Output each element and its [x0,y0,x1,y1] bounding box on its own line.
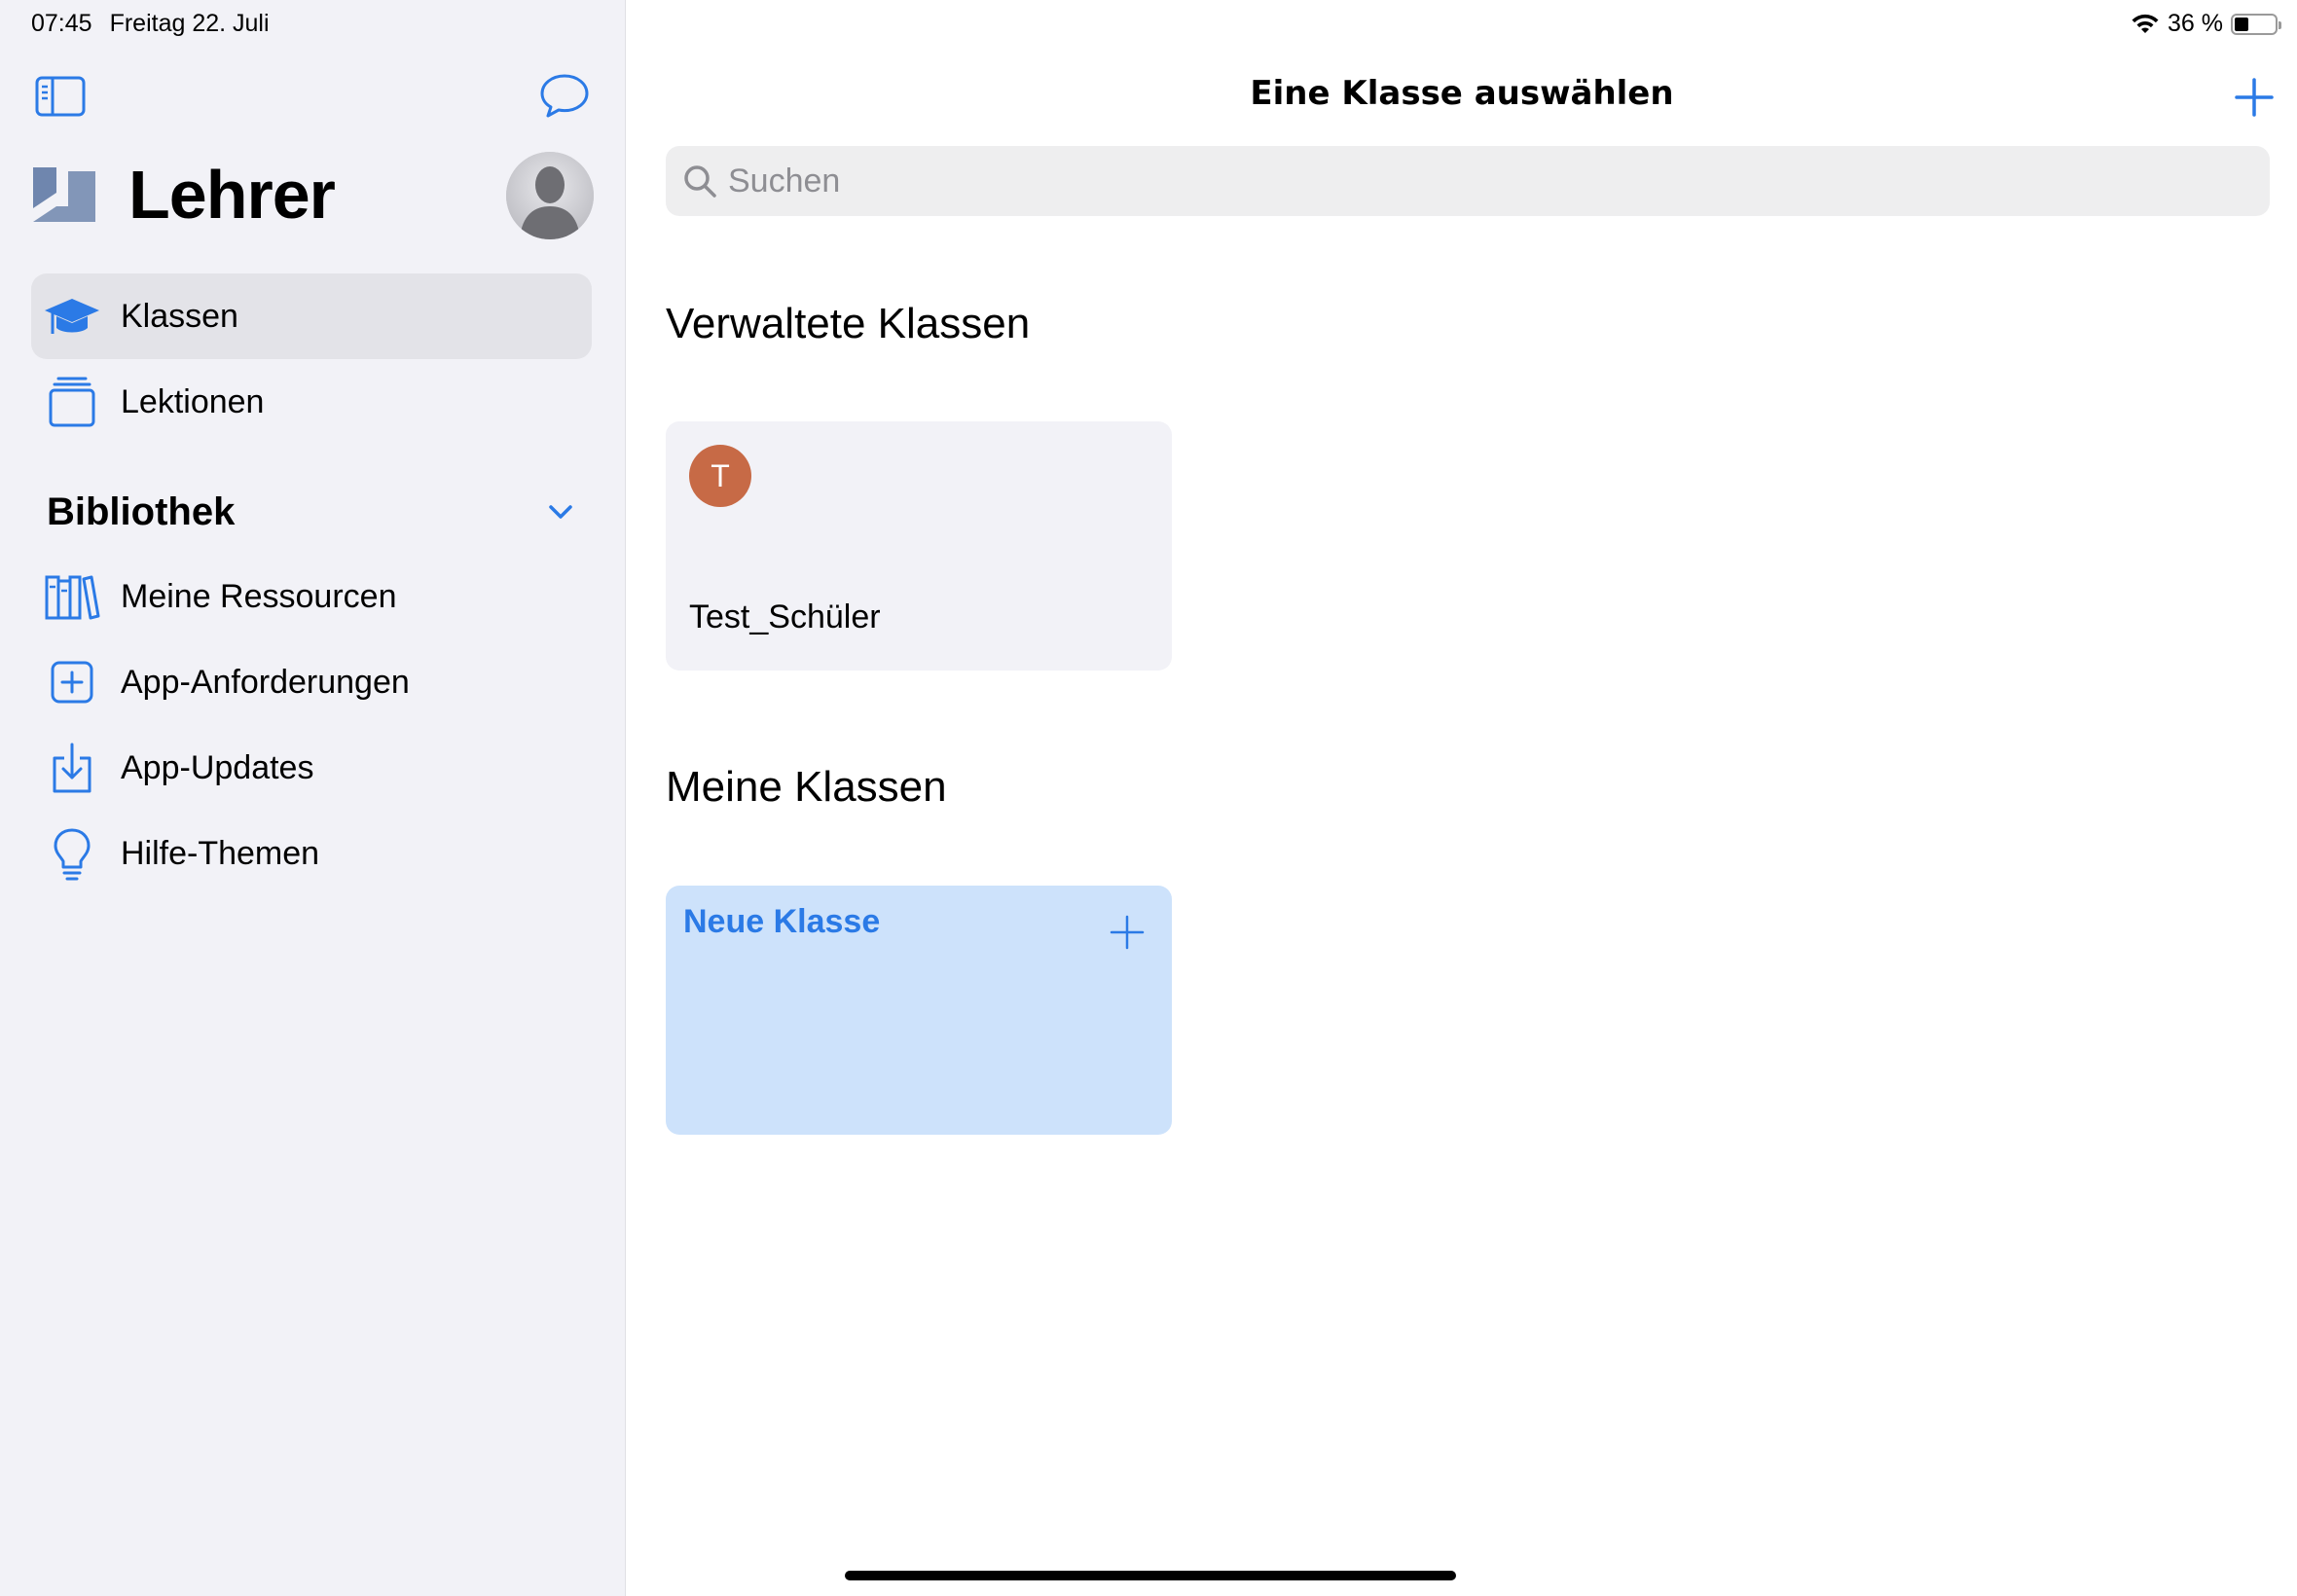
my-classes-title: Meine Klassen [666,763,947,811]
chevron-down-icon [549,505,572,519]
status-date: Freitag 22. Juli [109,10,270,37]
status-bar: 07:45 Freitag 22. Juli 36 % [0,0,2297,47]
books-icon [43,567,101,626]
battery-fill [2235,17,2249,31]
main-content: Eine Klasse auswählen Verwaltete Klassen… [627,0,2297,1596]
sidebar-icon [35,76,86,117]
plus-square-icon [43,653,101,711]
sidebar-item-label: Hilfe-Themen [121,834,320,872]
new-class-card[interactable]: Neue Klasse [666,886,1172,1135]
avatar[interactable] [506,152,594,239]
stack-icon [43,373,101,431]
class-card-test-schueler[interactable]: T Test_Schüler [666,421,1172,671]
lightbulb-icon [43,824,101,883]
search-input[interactable] [728,152,2270,210]
status-time: 07:45 Freitag 22. Juli [31,10,270,38]
graduation-cap-icon [43,287,101,345]
class-initial-badge: T [689,445,751,507]
search-icon [684,165,716,198]
home-indicator [845,1571,1456,1580]
sidebar-item-app-updates[interactable]: App-Updates [31,725,592,811]
sidebar-item-label: Klassen [121,297,238,335]
sidebar-item-label: App-Updates [121,748,314,786]
plus-icon [2235,78,2274,117]
chat-button[interactable] [539,72,590,119]
battery-icon [2231,13,2281,35]
sidebar-item-klassen[interactable]: Klassen [31,273,592,359]
new-class-label: Neue Klasse [683,903,881,940]
sidebar-item-meine-ressourcen[interactable]: Meine Ressourcen [31,554,592,639]
search-bar[interactable] [666,146,2270,216]
sidebar: Lehrer Klassen Lektionen Bibliothek Mein… [0,0,626,1596]
wifi-icon [2132,14,2159,33]
sidebar-item-label: Meine Ressourcen [121,577,397,615]
chat-bubble-icon [540,74,589,118]
status-indicators: 36 % [2131,10,2281,38]
page-title: Eine Klasse auswählen [1250,74,1674,113]
sidebar-item-label: Lektionen [121,382,265,420]
library-title: Bibliothek [47,490,236,533]
app-logo-icon [33,167,95,222]
add-class-button[interactable] [2231,74,2278,121]
library-section-header[interactable]: Bibliothek [47,485,592,539]
download-icon [43,739,101,797]
sidebar-item-lektionen[interactable]: Lektionen [31,359,592,445]
plus-icon [1110,915,1145,950]
class-name: Test_Schüler [689,598,881,635]
battery-percent: 36 % [2168,10,2223,37]
sidebar-item-app-anforderungen[interactable]: App-Anforderungen [31,639,592,725]
sidebar-toggle-button[interactable] [35,76,86,117]
person-silhouette-icon [506,152,594,239]
sidebar-item-label: App-Anforderungen [121,663,410,701]
status-clock: 07:45 [31,10,92,37]
managed-classes-title: Verwaltete Klassen [666,300,1031,347]
sidebar-item-hilfe-themen[interactable]: Hilfe-Themen [31,811,592,896]
app-title: Lehrer [128,157,336,233]
